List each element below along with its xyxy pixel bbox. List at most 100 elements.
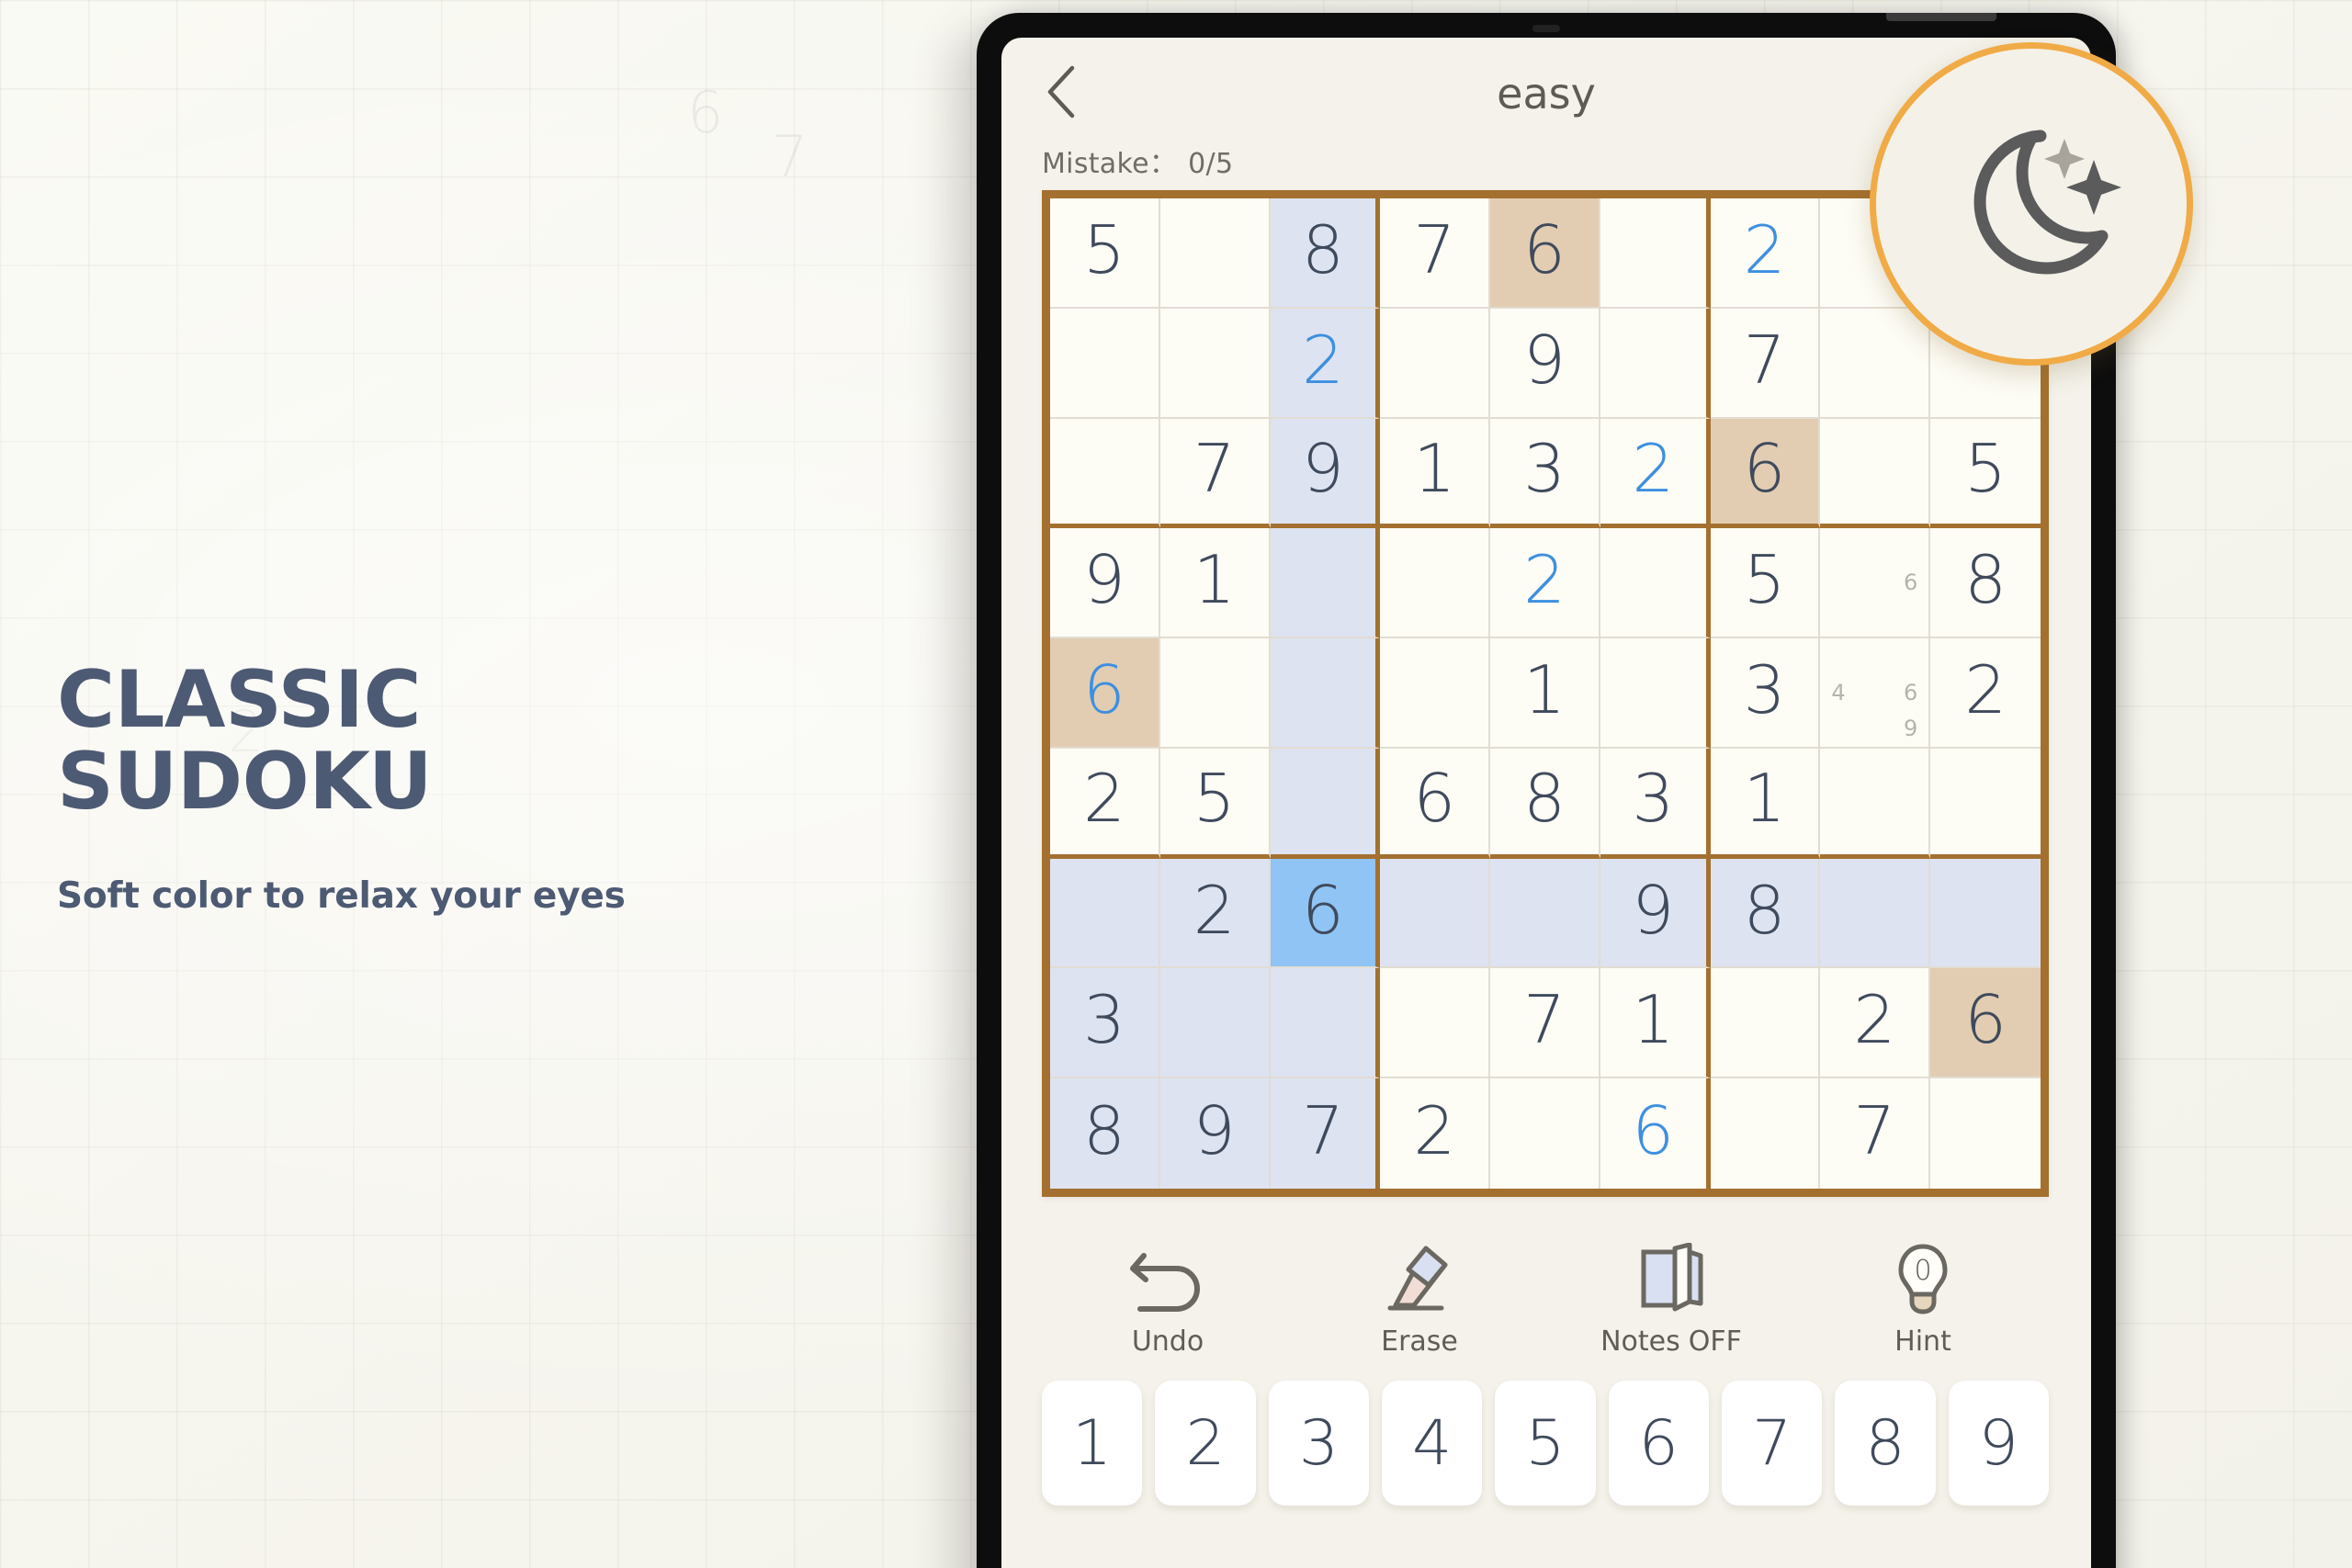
sudoku-cell-r5c3[interactable] — [1270, 638, 1381, 749]
sudoku-cell-r1c5[interactable]: 6 — [1490, 198, 1600, 309]
sudoku-cell-r7c8[interactable] — [1820, 858, 1931, 969]
sudoku-cell-r4c4[interactable] — [1380, 528, 1491, 639]
sudoku-cell-r4c1[interactable]: 9 — [1050, 528, 1160, 639]
sudoku-cell-r4c9[interactable]: 8 — [1930, 528, 2041, 639]
cell-notes: 4 6 9 — [1820, 638, 1928, 747]
numpad-key-8[interactable]: 8 — [1835, 1381, 1936, 1506]
sudoku-cell-r9c1[interactable]: 8 — [1050, 1078, 1160, 1189]
sudoku-cell-r2c3[interactable]: 2 — [1270, 308, 1381, 419]
sudoku-cell-r6c1[interactable]: 2 — [1050, 748, 1160, 859]
sudoku-cell-r8c8[interactable]: 2 — [1820, 968, 1931, 1079]
sudoku-cell-r3c9[interactable]: 5 — [1930, 418, 2041, 529]
note-digit-2 — [1857, 638, 1893, 674]
sudoku-cell-r8c2[interactable] — [1159, 968, 1271, 1079]
sudoku-cell-r2c1[interactable] — [1050, 308, 1160, 419]
sudoku-cell-r2c6[interactable] — [1600, 308, 1711, 419]
sudoku-cell-r1c3[interactable]: 8 — [1270, 198, 1381, 309]
hint-button[interactable]: 0 Hint — [1797, 1241, 2049, 1358]
sudoku-cell-r5c1[interactable]: 6 — [1050, 638, 1160, 749]
sudoku-cell-r9c8[interactable]: 7 — [1820, 1078, 1931, 1189]
sudoku-cell-r9c2[interactable]: 9 — [1159, 1078, 1271, 1189]
sudoku-cell-r1c2[interactable] — [1159, 198, 1271, 309]
sudoku-cell-r6c4[interactable]: 6 — [1380, 748, 1491, 859]
sudoku-cell-r4c3[interactable] — [1270, 528, 1381, 639]
sudoku-cell-r7c6[interactable]: 9 — [1600, 858, 1711, 969]
numpad-key-6[interactable]: 6 — [1608, 1381, 1709, 1506]
sudoku-cell-r5c8[interactable]: 4 6 9 — [1820, 638, 1931, 749]
sudoku-cell-r3c6[interactable]: 2 — [1600, 418, 1711, 529]
numpad-key-4[interactable]: 4 — [1381, 1381, 1483, 1506]
sudoku-cell-r8c1[interactable]: 3 — [1050, 968, 1160, 1079]
sudoku-cell-r5c9[interactable]: 2 — [1930, 638, 2041, 749]
sudoku-cell-r3c4[interactable]: 1 — [1380, 418, 1491, 529]
sudoku-cell-r8c4[interactable] — [1380, 968, 1491, 1079]
sudoku-cell-r7c1[interactable] — [1050, 858, 1160, 969]
sudoku-cell-r2c8[interactable] — [1820, 308, 1931, 419]
sudoku-cell-r5c7[interactable]: 3 — [1710, 638, 1821, 749]
sudoku-cell-r8c7[interactable] — [1710, 968, 1821, 1079]
numpad-key-2[interactable]: 2 — [1155, 1381, 1256, 1506]
marketing-headline: CLASSIC SUDOKU — [57, 654, 433, 829]
sudoku-cell-r9c9[interactable] — [1930, 1078, 2041, 1189]
sudoku-cell-r2c5[interactable]: 9 — [1490, 308, 1600, 419]
sudoku-cell-r3c8[interactable] — [1820, 418, 1931, 529]
notes-toggle-button[interactable]: Notes OFF — [1545, 1241, 1797, 1358]
undo-button[interactable]: Undo — [1042, 1241, 1294, 1358]
sudoku-cell-r3c2[interactable]: 7 — [1159, 418, 1271, 529]
sudoku-cell-r4c8[interactable]: 6 — [1820, 528, 1931, 639]
sudoku-cell-r3c1[interactable] — [1050, 418, 1160, 529]
tablet-top-nub — [1886, 13, 1996, 21]
cell-value: 7 — [1413, 210, 1456, 288]
sudoku-cell-r8c3[interactable] — [1270, 968, 1381, 1079]
numpad-key-5[interactable]: 5 — [1495, 1381, 1596, 1506]
sudoku-cell-r6c9[interactable] — [1930, 748, 2041, 859]
numpad-key-3[interactable]: 3 — [1268, 1381, 1369, 1506]
sudoku-cell-r2c4[interactable] — [1380, 308, 1491, 419]
sudoku-board[interactable]: 5876229779132659125686134692256831269837… — [1042, 190, 2049, 1197]
sudoku-cell-r9c7[interactable] — [1710, 1078, 1821, 1189]
numpad-key-9[interactable]: 9 — [1948, 1381, 2049, 1506]
sudoku-cell-r1c7[interactable]: 2 — [1710, 198, 1821, 309]
sudoku-cell-r4c2[interactable]: 1 — [1159, 528, 1271, 639]
sudoku-cell-r9c3[interactable]: 7 — [1270, 1078, 1381, 1189]
sudoku-cell-r1c4[interactable]: 7 — [1380, 198, 1491, 309]
sudoku-cell-r6c8[interactable] — [1820, 748, 1931, 859]
sudoku-cell-r4c5[interactable]: 2 — [1490, 528, 1600, 639]
sudoku-cell-r2c7[interactable]: 7 — [1710, 308, 1821, 419]
sudoku-cell-r7c5[interactable] — [1490, 858, 1600, 969]
sudoku-cell-r3c3[interactable]: 9 — [1270, 418, 1381, 529]
sudoku-cell-r6c3[interactable] — [1270, 748, 1381, 859]
sudoku-cell-r7c4[interactable] — [1380, 858, 1491, 969]
sudoku-cell-r3c7[interactable]: 6 — [1710, 418, 1821, 529]
sudoku-cell-r5c2[interactable] — [1159, 638, 1271, 749]
sudoku-cell-r1c6[interactable] — [1600, 198, 1711, 309]
sudoku-cell-r5c6[interactable] — [1600, 638, 1711, 749]
sudoku-cell-r8c5[interactable]: 7 — [1490, 968, 1600, 1079]
sudoku-cell-r6c5[interactable]: 8 — [1490, 748, 1600, 859]
sudoku-cell-r7c7[interactable]: 8 — [1710, 858, 1821, 969]
sudoku-cell-r9c4[interactable]: 2 — [1380, 1078, 1491, 1189]
sudoku-cell-r6c6[interactable]: 3 — [1600, 748, 1711, 859]
sudoku-cell-r9c6[interactable]: 6 — [1600, 1078, 1711, 1189]
sudoku-cell-r2c2[interactable] — [1159, 308, 1271, 419]
sudoku-cell-r8c9[interactable]: 6 — [1930, 968, 2041, 1079]
sudoku-cell-r6c7[interactable]: 1 — [1710, 748, 1821, 859]
numpad-key-1[interactable]: 1 — [1042, 1381, 1143, 1506]
erase-button[interactable]: Erase — [1294, 1241, 1545, 1358]
sudoku-cell-r3c5[interactable]: 3 — [1490, 418, 1600, 529]
sudoku-cell-r4c6[interactable] — [1600, 528, 1711, 639]
night-mode-badge[interactable] — [1870, 42, 2193, 366]
sudoku-cell-r7c9[interactable] — [1930, 858, 2041, 969]
cell-value: 5 — [1964, 429, 2007, 507]
sudoku-cell-r6c2[interactable]: 5 — [1159, 748, 1271, 859]
sudoku-cell-r7c3[interactable]: 6 — [1270, 858, 1381, 969]
sudoku-cell-r8c6[interactable]: 1 — [1600, 968, 1711, 1079]
sudoku-cell-r4c7[interactable]: 5 — [1710, 528, 1821, 639]
erase-label: Erase — [1381, 1325, 1458, 1358]
sudoku-cell-r9c5[interactable] — [1490, 1078, 1600, 1189]
sudoku-cell-r5c4[interactable] — [1380, 638, 1491, 749]
sudoku-cell-r5c5[interactable]: 1 — [1490, 638, 1600, 749]
numpad-key-7[interactable]: 7 — [1721, 1381, 1823, 1506]
sudoku-cell-r1c1[interactable]: 5 — [1050, 198, 1160, 309]
sudoku-cell-r7c2[interactable]: 2 — [1159, 858, 1271, 969]
